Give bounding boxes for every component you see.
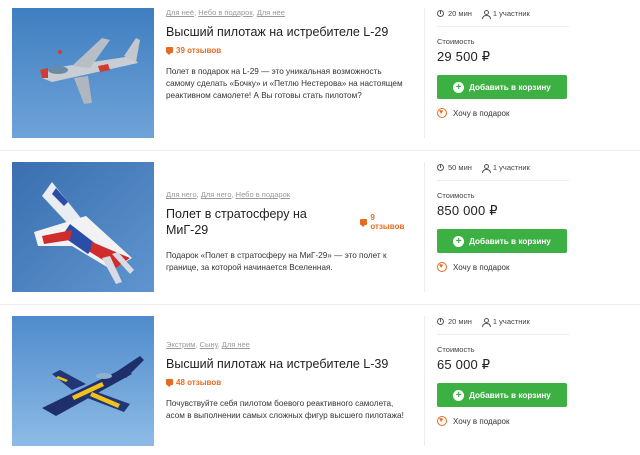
price-label: Стоимость (437, 37, 475, 46)
plus-icon: + (453, 389, 465, 401)
participants: 1 участник (492, 8, 530, 18)
duration: 20 мин (448, 316, 472, 326)
product-image-l29[interactable] (12, 8, 154, 138)
product-card: Для неё, Небо в подарок, Для нее Высший … (0, 8, 640, 148)
product-description: Подарок «Полет в стратосферу на МиГ-29» … (166, 251, 387, 272)
divider (424, 162, 425, 292)
product-side: 20 мин 1 участник Стоимость 65 000 ₽ + Д… (437, 316, 569, 426)
divider (437, 334, 569, 335)
comment-icon (166, 47, 173, 55)
add-to-cart-label: Добавить в корзину (469, 390, 551, 400)
wish-gift-link[interactable]: Хочу в подарок (437, 416, 569, 426)
reviews-link[interactable]: 9 отзывов (360, 213, 411, 231)
price-label: Стоимость (437, 345, 475, 354)
product-image-l39[interactable] (12, 316, 154, 446)
comment-icon (166, 379, 173, 387)
tags: Экстрим, Сыну, Для нее (166, 340, 250, 349)
product-title[interactable]: Высший пилотаж на истребителе L-39 (166, 356, 411, 372)
divider (437, 26, 569, 27)
comment-icon (360, 219, 368, 227)
meta-row: 20 мин 1 участник (437, 316, 569, 327)
duration: 20 мин (448, 8, 472, 18)
product-info: Для неё, Небо в подарок, Для нее Высший … (166, 8, 411, 102)
mig29-jet-photo (12, 162, 154, 292)
add-to-cart-button[interactable]: + Добавить в корзину (437, 383, 567, 407)
product-card: Экстрим, Сыну, Для нее Высший пилотаж на… (0, 316, 640, 455)
divider (424, 316, 425, 446)
user-icon (481, 317, 491, 327)
tag-link[interactable]: Для нее (222, 340, 250, 349)
price: 29 500 ₽ (437, 49, 491, 64)
price: 850 000 ₽ (437, 203, 498, 218)
plus-icon: + (453, 235, 465, 247)
tag-link[interactable]: Для него (166, 190, 197, 199)
heart-icon (437, 416, 447, 426)
tag-link[interactable]: Сыну (200, 340, 218, 349)
add-to-cart-button[interactable]: + Добавить в корзину (437, 75, 567, 99)
product-description: Полет в подарок на L-29 — это уникальная… (166, 67, 403, 100)
participants: 1 участник (492, 316, 530, 326)
wish-gift-label: Хочу в подарок (453, 262, 510, 272)
tag-link[interactable]: Небо в подарок (236, 190, 290, 199)
heart-icon (437, 108, 447, 118)
reviews-link[interactable]: 39 отзывов (166, 46, 221, 55)
reviews-count: 48 отзывов (176, 377, 222, 387)
reviews-count: 9 отзывов (370, 213, 405, 231)
wish-gift-label: Хочу в подарок (453, 416, 510, 426)
product-image-mig29[interactable] (12, 162, 154, 292)
tag-link[interactable]: Для него (201, 190, 232, 199)
tag-link[interactable]: Для нее (257, 8, 285, 17)
duration: 50 мин (448, 162, 472, 172)
plus-icon: + (453, 81, 465, 93)
l29-jet-photo (12, 8, 154, 138)
title-row: Полет в стратосферу на МиГ-29 9 отзывов (166, 206, 411, 238)
price: 65 000 ₽ (437, 357, 491, 372)
tags: Для него, Для него, Небо в подарок (166, 190, 291, 199)
price-label: Стоимость (437, 191, 475, 200)
product-info: Экстрим, Сыну, Для нее Высший пилотаж на… (166, 316, 411, 422)
tag-link[interactable]: Для неё (166, 8, 194, 17)
reviews-link[interactable]: 48 отзывов (166, 378, 221, 387)
product-side: 50 мин 1 участник Стоимость 850 000 ₽ + … (437, 162, 569, 272)
meta-row: 20 мин 1 участник (437, 8, 569, 19)
product-description: Почувствуйте себя пилотом боевого реакти… (166, 399, 404, 420)
product-list: Для неё, Небо в подарок, Для нее Высший … (0, 0, 640, 455)
add-to-cart-label: Добавить в корзину (469, 82, 551, 92)
meta-row: 50 мин 1 участник (437, 162, 569, 173)
tag-link[interactable]: Экстрим (166, 340, 195, 349)
product-title[interactable]: Полет в стратосферу на МиГ-29 (166, 206, 352, 238)
card-divider (0, 150, 640, 151)
wish-gift-link[interactable]: Хочу в подарок (437, 262, 569, 272)
wish-gift-link[interactable]: Хочу в подарок (437, 108, 569, 118)
tag-link[interactable]: Небо в подарок (198, 8, 252, 17)
tags: Для неё, Небо в подарок, Для нее (166, 8, 285, 17)
clock-icon (437, 317, 444, 325)
product-card: Для него, Для него, Небо в подарок Полет… (0, 162, 640, 302)
divider (424, 8, 425, 138)
clock-icon (437, 9, 444, 17)
l39-jet-photo (12, 316, 154, 446)
clock-icon (437, 163, 444, 171)
add-to-cart-label: Добавить в корзину (469, 236, 551, 246)
card-divider (0, 304, 640, 305)
add-to-cart-button[interactable]: + Добавить в корзину (437, 229, 567, 253)
reviews-count: 39 отзывов (176, 45, 222, 55)
wish-gift-label: Хочу в подарок (453, 108, 510, 118)
product-info: Для него, Для него, Небо в подарок Полет… (166, 162, 411, 274)
product-side: 20 мин 1 участник Стоимость 29 500 ₽ + Д… (437, 8, 569, 118)
participants: 1 участник (492, 162, 530, 172)
user-icon (481, 163, 491, 173)
user-icon (481, 9, 491, 19)
divider (437, 180, 569, 181)
product-title[interactable]: Высший пилотаж на истребителе L-29 (166, 24, 411, 40)
heart-icon (437, 262, 447, 272)
